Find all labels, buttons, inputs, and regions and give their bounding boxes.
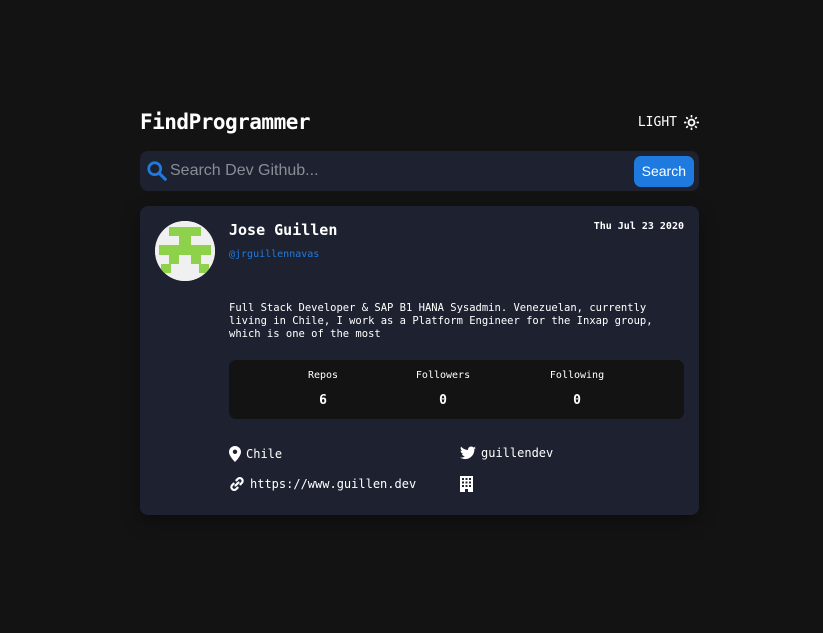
twitter-item[interactable]: guillendev	[460, 446, 553, 460]
stat-value: 0	[439, 393, 447, 408]
blog-link[interactable]: https://www.guillen.dev	[250, 477, 416, 491]
profile-bio: Full Stack Developer & SAP B1 HANA Sysad…	[229, 302, 653, 340]
search-input[interactable]	[170, 162, 634, 180]
stat-label: Followers	[415, 370, 471, 381]
blog-item[interactable]: https://www.guillen.dev	[229, 476, 416, 492]
stats-panel: Repos 6 Followers 0 Following 0	[229, 360, 684, 419]
location-text: Chile	[246, 447, 283, 461]
search-icon	[146, 160, 168, 182]
search-button[interactable]: Search	[633, 155, 694, 187]
profile-card: Jose Guillen @jrguillennavas Thu Jul 23 …	[140, 206, 699, 515]
stat-value: 6	[319, 393, 327, 408]
app-container: FindProgrammer LIGHT Search Dev Github..…	[140, 107, 699, 515]
app-title: FindProgrammer	[140, 110, 311, 134]
twitter-icon	[460, 446, 476, 460]
link-icon	[229, 476, 245, 492]
twitter-handle: guillendev	[481, 446, 554, 460]
sun-icon	[684, 114, 699, 130]
stat-label: Following	[549, 370, 605, 381]
theme-toggle-button[interactable]: LIGHT	[637, 114, 699, 130]
joined-date: Thu Jul 23 2020	[593, 221, 684, 232]
stat-label: Repos	[307, 370, 339, 381]
search-bar: Search	[140, 151, 699, 191]
building-icon	[460, 476, 473, 492]
stat-value: 0	[573, 393, 581, 408]
profile-login-link[interactable]: @jrguillennavas	[229, 249, 319, 260]
location-pin-icon	[229, 446, 241, 462]
avatar	[155, 221, 215, 281]
header: FindProgrammer LIGHT	[140, 107, 699, 137]
location-item: Chile	[229, 446, 282, 462]
theme-toggle-label: LIGHT	[637, 114, 677, 130]
profile-name: Jose Guillen	[229, 221, 338, 239]
company-item	[460, 476, 478, 492]
